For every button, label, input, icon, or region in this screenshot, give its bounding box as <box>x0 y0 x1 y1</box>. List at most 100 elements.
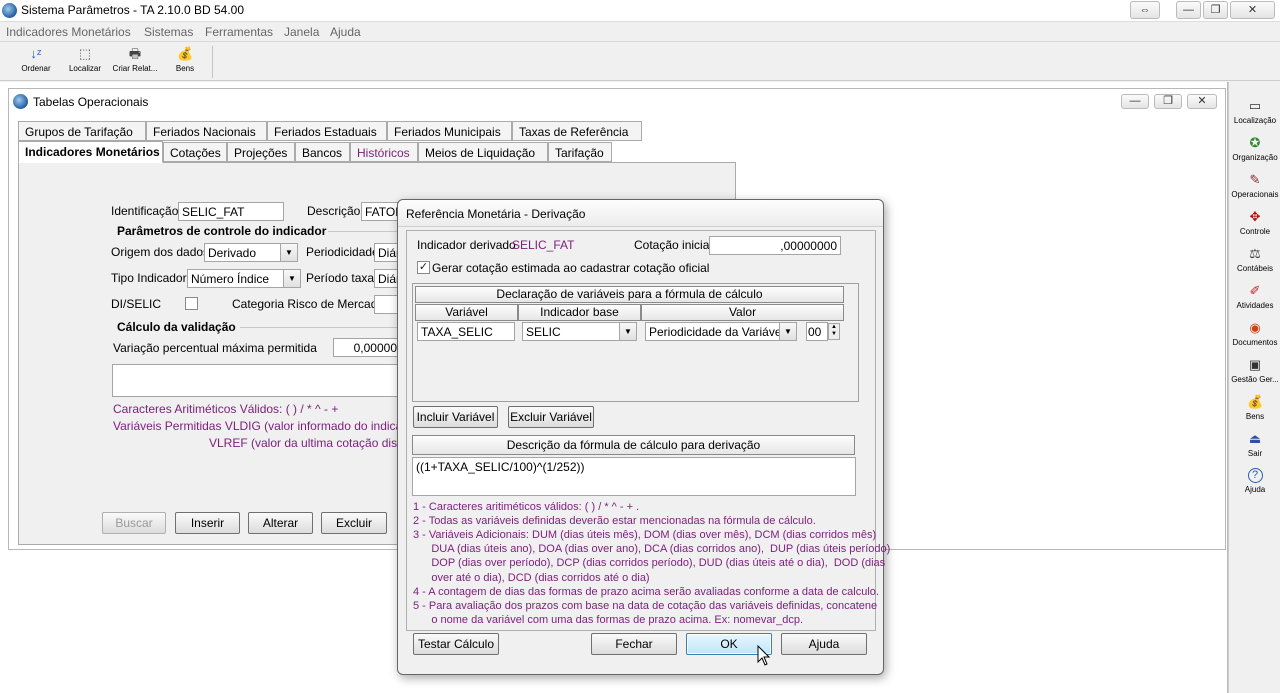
restore-arrows-icon[interactable]: ⇔ <box>1130 1 1160 19</box>
vlref-text: VLREF (valor da ultima cotação disponí <box>209 436 421 450</box>
scales-icon: ⚖ <box>1249 246 1261 261</box>
note-line-1: 1 - Caracteres aritiméticos válidos: ( )… <box>413 501 640 513</box>
menu-janela[interactable]: Janela <box>284 25 319 39</box>
menu-indicadores[interactable]: Indicadores Monetários <box>6 25 131 39</box>
note-line-5: DOP (dias over período), DCP (dias corri… <box>413 557 886 569</box>
alterar-button[interactable]: Alterar <box>248 512 313 534</box>
tab-meios-liquidacao[interactable]: Meios de Liquidação <box>418 142 548 162</box>
excluir-button[interactable]: Excluir <box>321 512 387 534</box>
indicador-base-select[interactable]: SELIC ▼ <box>522 322 637 341</box>
variacao-field[interactable]: 0,00000 <box>333 338 401 357</box>
sidebar-documentos[interactable]: ◉ Documentos <box>1229 320 1280 354</box>
control-icon: ✥ <box>1249 209 1261 224</box>
tab-tarifacao[interactable]: Tarifação <box>548 142 612 162</box>
ajuda-button[interactable]: Ajuda <box>781 633 867 655</box>
chevron-down-icon: ▼ <box>283 270 300 287</box>
tab-feriados-nacionais[interactable]: Feriados Nacionais <box>146 121 267 141</box>
calculo-group-line <box>240 327 398 328</box>
toolbar-criar-relat-button[interactable]: 🖶 Criar Relat... <box>112 46 158 79</box>
sidebar-controle[interactable]: ✥ Controle <box>1229 209 1280 243</box>
tab-taxas-referencia[interactable]: Taxas de Referência <box>512 121 642 141</box>
tab-bancos[interactable]: Bancos <box>295 142 350 162</box>
note-line-2: 2 - Todas as variáveis definidas deverão… <box>413 515 816 527</box>
testar-calculo-button[interactable]: Testar Cálculo <box>413 633 499 655</box>
sidebar-contabeis[interactable]: ⚖ Contábeis <box>1229 246 1280 280</box>
variacao-label: Variação percentual máxima permitida <box>113 341 317 355</box>
vars-section-header: Declaração de variáveis para a fórmula d… <box>415 286 844 303</box>
app-title: Sistema Parâmetros - TA 2.10.0 BD 54.00 <box>21 3 244 17</box>
inserir-button[interactable]: Inserir <box>175 512 240 534</box>
dialog-title-bar: Referência Monetária - Derivação <box>398 200 883 227</box>
mdi-close-button[interactable]: ✕ <box>1187 94 1217 109</box>
gerar-cotacao-checkbox[interactable]: ✓ <box>417 261 430 274</box>
mouse-cursor-icon <box>757 645 771 666</box>
maximize-button[interactable]: ❐ <box>1203 1 1228 19</box>
gerar-cotacao-label: Gerar cotação estimada ao cadastrar cota… <box>432 261 710 275</box>
toolbar-ordenar-button[interactable]: ↓ᶻ Ordenar <box>13 46 59 79</box>
tab-projecoes[interactable]: Projeções <box>227 142 295 162</box>
excluir-variavel-button[interactable]: Excluir Variável <box>508 406 594 428</box>
params-title: Parâmetros de controle do indicador <box>117 224 327 238</box>
identificacao-label: Identificação <box>111 204 179 218</box>
menu-ajuda[interactable]: Ajuda <box>330 25 361 39</box>
dialog-title: Referência Monetária - Derivação <box>406 207 586 221</box>
cotacao-inicial-field[interactable]: ,00000000 <box>709 236 841 255</box>
descricao-field[interactable]: FATOR <box>361 202 401 221</box>
caracteres-validos-text: Caracteres Aritiméticos Válidos: ( ) / *… <box>113 402 339 416</box>
tipo-indicador-select[interactable]: Número Índice ▼ <box>187 269 301 288</box>
chevron-down-icon: ▼ <box>779 323 796 340</box>
col-indicador-header: Indicador base <box>518 304 641 321</box>
variavel-field[interactable]: TAXA_SELIC <box>417 322 515 341</box>
menu-bar: Indicadores Monetários Sistemas Ferramen… <box>0 23 1280 42</box>
buscar-button[interactable]: Buscar <box>102 512 166 534</box>
tab-feriados-estaduais[interactable]: Feriados Estaduais <box>267 121 387 141</box>
tab-cotacoes[interactable]: Cotações <box>163 142 227 162</box>
diselic-checkbox[interactable] <box>185 297 198 310</box>
toolbar: ↓ᶻ Ordenar ⬚ Localizar 🖶 Criar Relat... … <box>0 43 1280 81</box>
mdi-maximize-button[interactable]: ❐ <box>1154 94 1182 109</box>
incluir-variavel-button[interactable]: Incluir Variável <box>413 406 498 428</box>
valor-number-field[interactable]: 00 <box>806 322 828 341</box>
chevron-down-icon: ▼ <box>619 323 636 340</box>
sidebar-gestao[interactable]: ▣ Gestão Ger... <box>1229 357 1280 391</box>
toolbar-localizar-button[interactable]: ⬚ Localizar <box>62 46 108 79</box>
sidebar-ajuda[interactable]: ? Ajuda <box>1229 468 1280 502</box>
sidebar-organizacao[interactable]: ✪ Organização <box>1229 135 1280 169</box>
col-valor-header: Valor <box>641 304 844 321</box>
mdi-title-bar: Tabelas Operacionais — ❐ ✕ <box>9 89 1225 115</box>
tab-indicadores-monetarios[interactable]: Indicadores Monetários <box>18 141 163 163</box>
location-icon: ▭ <box>1248 98 1262 113</box>
tab-grupos-tarifacao[interactable]: Grupos de Tarifação <box>18 121 146 141</box>
sidebar-operacionais[interactable]: ✎ Operacionais <box>1229 172 1280 206</box>
tab-feriados-municipais[interactable]: Feriados Municipais <box>387 121 512 141</box>
sidebar-localizacao[interactable]: ▭ Localização <box>1229 98 1280 132</box>
identificacao-field[interactable]: SELIC_FAT <box>178 202 284 221</box>
indicador-derivado-label: Indicador derivado <box>417 238 516 252</box>
fechar-button[interactable]: Fechar <box>591 633 677 655</box>
toolbar-bens-button[interactable]: 💰 Bens <box>162 46 208 79</box>
calculo-validacao-title: Cálculo da validação <box>117 320 236 334</box>
help-icon: ? <box>1247 468 1263 483</box>
note-line-3: 3 - Variáveis Adicionais: DUM (dias útei… <box>413 529 877 541</box>
minimize-button[interactable]: — <box>1176 1 1201 19</box>
menu-sistemas[interactable]: Sistemas <box>144 25 193 39</box>
validacao-formula-field[interactable] <box>112 364 401 397</box>
col-variavel-header: Variável <box>415 304 518 321</box>
sidebar-bens[interactable]: 💰 Bens <box>1229 394 1280 428</box>
sidebar-sair[interactable]: ⏏ Sair <box>1229 431 1280 465</box>
close-button[interactable]: ✕ <box>1230 1 1275 19</box>
tab-historicos[interactable]: Históricos <box>350 142 418 162</box>
origem-label: Origem dos dados <box>111 245 210 259</box>
money-bag-icon: 💰 <box>177 46 194 61</box>
formula-field[interactable]: ((1+TAXA_SELIC/100)^(1/252)) <box>412 457 856 496</box>
spinner-up-down-icon[interactable]: ▲ ▼ <box>828 323 840 340</box>
mdi-minimize-button[interactable]: — <box>1121 94 1149 109</box>
diselic-label: DI/SELIC <box>111 297 162 311</box>
origem-select[interactable]: Derivado ▼ <box>204 243 298 262</box>
sidebar-atividades[interactable]: ✐ Atividades <box>1229 283 1280 317</box>
tipo-indicador-label: Tipo Indicador <box>111 271 187 285</box>
sort-az-icon: ↓ᶻ <box>30 46 42 61</box>
valor-select[interactable]: Periodicidade da Variável ▼ <box>645 322 797 341</box>
menu-ferramentas[interactable]: Ferramentas <box>205 25 273 39</box>
right-sidebar: ▭ Localização ✪ Organização ✎ Operaciona… <box>1228 82 1280 693</box>
